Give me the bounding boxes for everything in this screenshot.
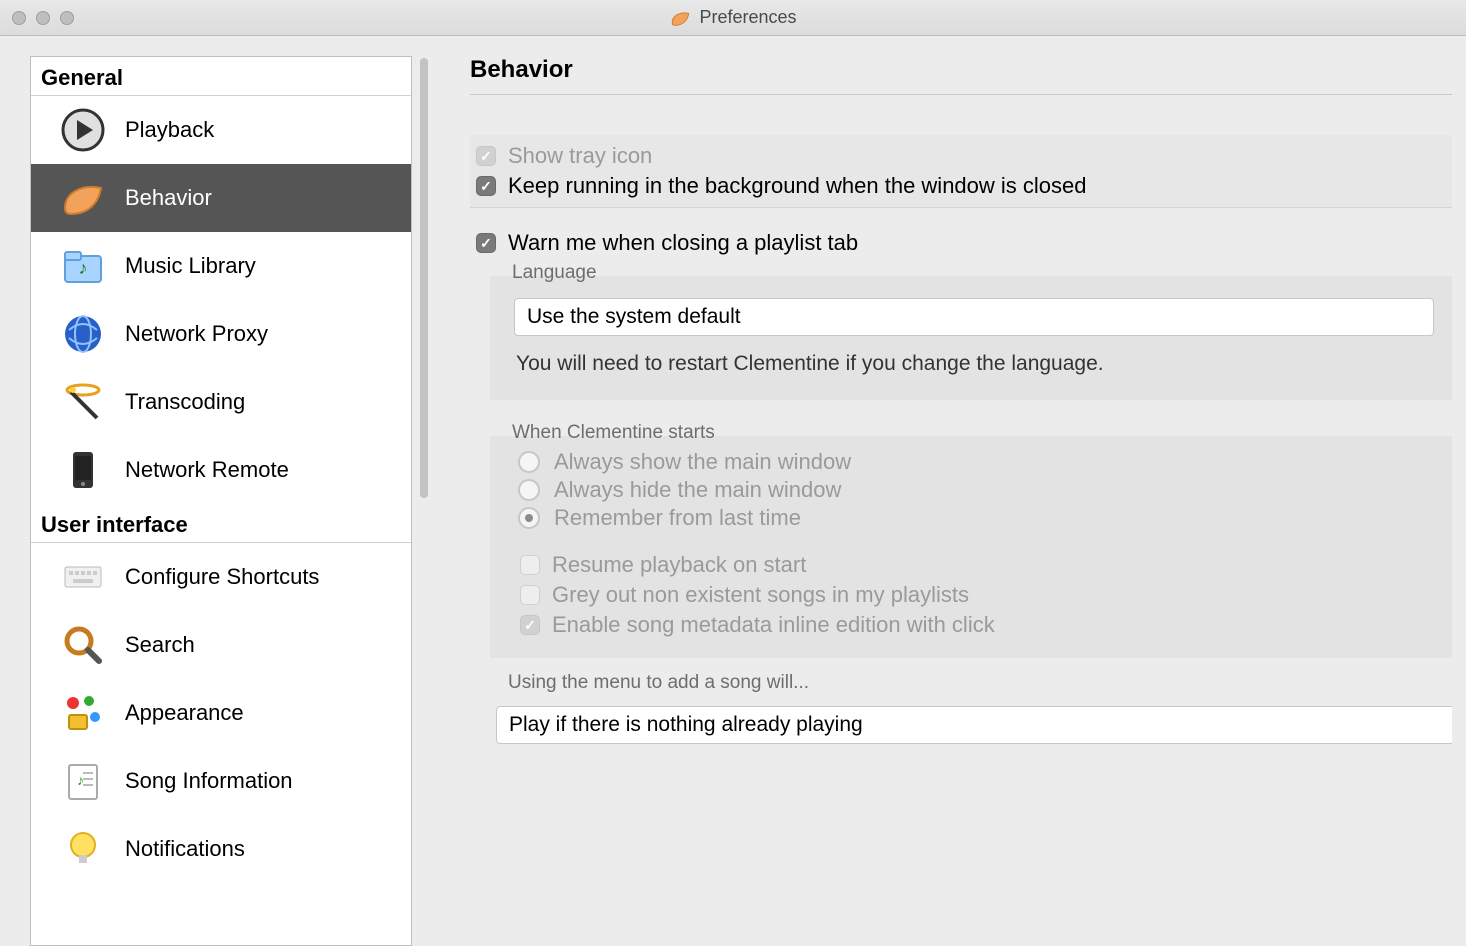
greyout-checkbox [520, 585, 540, 605]
titlebar: Preferences [0, 0, 1466, 36]
clementine-icon [59, 174, 107, 222]
globe-icon [59, 310, 107, 358]
sidebar-scrollbar[interactable] [418, 56, 430, 946]
warn-label: Warn me when closing a playlist tab [508, 230, 858, 256]
radio-remember [518, 507, 540, 529]
doc-icon [59, 757, 107, 805]
resume-row: Resume playback on start [514, 550, 1434, 580]
sidebar-item-notifications[interactable]: Notifications [31, 815, 411, 883]
language-selected: Use the system default [527, 305, 741, 328]
app-icon [669, 7, 691, 29]
sidebar-item-label: Appearance [125, 700, 244, 726]
window-controls [12, 11, 74, 25]
sidebar-item-song-info[interactable]: Song Information [31, 747, 411, 815]
page-heading: Behavior [470, 56, 1452, 95]
sidebar-item-transcoding[interactable]: Transcoding [31, 368, 411, 436]
sidebar-item-label: Music Library [125, 253, 256, 279]
folder-icon [59, 242, 107, 290]
language-fieldset: Language Use the system default You will… [490, 276, 1452, 400]
group-header-general: General [31, 57, 411, 96]
sidebar-item-label: Transcoding [125, 389, 245, 415]
language-hint: You will need to restart Clementine if y… [514, 336, 1434, 382]
inline-checkbox [520, 615, 540, 635]
sidebar-item-appearance[interactable]: Appearance [31, 679, 411, 747]
sidebar-item-network-remote[interactable]: Network Remote [31, 436, 411, 504]
sidebar-item-label: Network Proxy [125, 321, 268, 347]
startup-option-remember: Remember from last time [514, 504, 1434, 532]
scrollbar-thumb[interactable] [420, 58, 428, 498]
inline-row: Enable song metadata inline edition with… [514, 610, 1434, 640]
language-legend: Language [508, 262, 601, 284]
window-title: Preferences [699, 7, 796, 28]
addsong-select[interactable]: Play if there is nothing already playing [496, 706, 1452, 744]
sidebar-item-label: Behavior [125, 185, 212, 211]
radio-label: Always hide the main window [554, 477, 841, 503]
radio-label: Remember from last time [554, 505, 801, 531]
sidebar-item-music-library[interactable]: Music Library [31, 232, 411, 300]
close-dot[interactable] [12, 11, 26, 25]
bulb-icon [59, 825, 107, 873]
content-pane: Behavior Show tray icon Keep running in … [430, 56, 1452, 946]
keep-running-checkbox[interactable] [476, 176, 496, 196]
startup-option-show: Always show the main window [514, 448, 1434, 476]
minimize-dot[interactable] [36, 11, 50, 25]
sidebar-item-playback[interactable]: Playback [31, 96, 411, 164]
startup-legend: When Clementine starts [508, 422, 719, 444]
greyout-label: Grey out non existent songs in my playli… [552, 582, 969, 608]
addsong-legend: Using the menu to add a song will... [508, 672, 809, 694]
sidebar-item-network-proxy[interactable]: Network Proxy [31, 300, 411, 368]
keep-running-row: Keep running in the background when the … [470, 171, 1452, 201]
radio-show [518, 451, 540, 473]
search-icon [59, 621, 107, 669]
warn-checkbox[interactable] [476, 233, 496, 253]
startup-fieldset: When Clementine starts Always show the m… [490, 436, 1452, 658]
sidebar-item-label: Configure Shortcuts [125, 564, 319, 590]
show-tray-checkbox [476, 146, 496, 166]
tray-block: Show tray icon Keep running in the backg… [470, 135, 1452, 208]
addsong-fieldset: Using the menu to add a song will... Pla… [490, 678, 1452, 744]
sidebar-item-behavior[interactable]: Behavior [31, 164, 411, 232]
warn-row: Warn me when closing a playlist tab [470, 228, 1452, 258]
sidebar-item-shortcuts[interactable]: Configure Shortcuts [31, 543, 411, 611]
resume-checkbox [520, 555, 540, 575]
resume-label: Resume playback on start [552, 552, 806, 578]
show-tray-row: Show tray icon [470, 141, 1452, 171]
sidebar-item-label: Notifications [125, 836, 245, 862]
play-icon [59, 106, 107, 154]
startup-option-hide: Always hide the main window [514, 476, 1434, 504]
wand-icon [59, 378, 107, 426]
addsong-selected: Play if there is nothing already playing [509, 713, 863, 736]
warn-block: Warn me when closing a playlist tab Lang… [470, 228, 1452, 744]
group-header-ui: User interface [31, 504, 411, 543]
sidebar-item-label: Song Information [125, 768, 293, 794]
appearance-icon [59, 689, 107, 737]
zoom-dot[interactable] [60, 11, 74, 25]
sidebar-item-label: Search [125, 632, 195, 658]
greyout-row: Grey out non existent songs in my playli… [514, 580, 1434, 610]
sidebar-item-label: Network Remote [125, 457, 289, 483]
language-select[interactable]: Use the system default [514, 298, 1434, 336]
keep-running-label: Keep running in the background when the … [508, 173, 1087, 199]
radio-label: Always show the main window [554, 449, 851, 475]
sidebar-item-label: Playback [125, 117, 214, 143]
phone-icon [59, 446, 107, 494]
show-tray-label: Show tray icon [508, 143, 652, 169]
sidebar-item-search[interactable]: Search [31, 611, 411, 679]
sidebar: General Playback Behavior Music Library … [30, 56, 412, 946]
keyboard-icon [59, 553, 107, 601]
inline-label: Enable song metadata inline edition with… [552, 612, 995, 638]
radio-hide [518, 479, 540, 501]
